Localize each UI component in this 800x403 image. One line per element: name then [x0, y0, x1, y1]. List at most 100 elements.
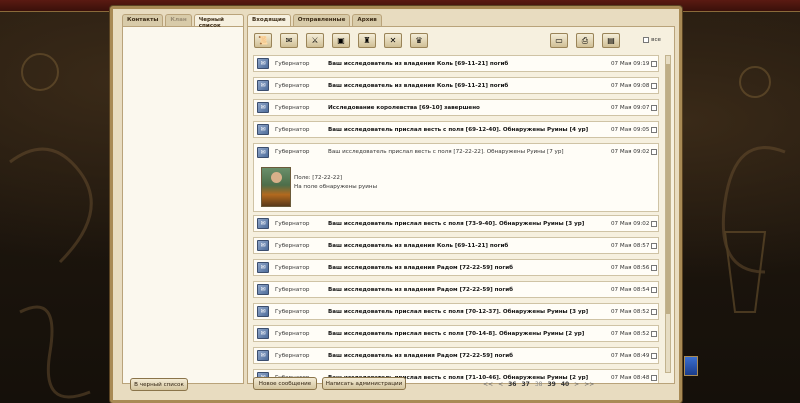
message-row[interactable]: ✉ Губернатор Ваш исследователь прислал вес… — [253, 143, 659, 212]
select-all[interactable]: все — [643, 37, 661, 43]
message-row[interactable]: ✉ Губернатор Ваш исследователь из владения… — [253, 77, 659, 94]
message-subject[interactable]: Ваш исследователь из владения Радом [72-… — [328, 353, 513, 359]
letter-icon[interactable]: ✉ — [280, 33, 298, 48]
message-scrollbar[interactable] — [665, 55, 671, 373]
crossed-swords-icon[interactable]: ✕ — [384, 33, 402, 48]
message-checkbox[interactable] — [651, 105, 657, 111]
message-sender: Губернатор — [275, 352, 310, 359]
message-row[interactable]: ✉ Губернатор Ваш исследователь из владения… — [253, 237, 659, 254]
contacts-tab-2[interactable]: Черный список — [193, 14, 244, 29]
bottom-bar: Новое сообщение Написать администрации <… — [247, 376, 675, 394]
message-row[interactable]: ✉ Губернатор Ваш исследователь из владения… — [253, 347, 659, 364]
pager-prev[interactable]: < — [498, 381, 503, 388]
filter-toolbar: 📜 ✉ ⚔ ▣ ♜ ✕ ♛ ▭ ⎙ ▤ все — [254, 33, 668, 49]
message-checkbox[interactable] — [651, 265, 657, 271]
message-checkbox[interactable] — [651, 149, 657, 155]
message-date: 07 Мая 09:07 — [611, 104, 650, 111]
message-sender: Губернатор — [275, 104, 310, 111]
write-admin-button[interactable]: Написать администрации — [322, 377, 406, 390]
message-scroll-icon: ✉ — [257, 58, 269, 69]
message-subject[interactable]: Ваш исследователь прислал весть с поля [… — [328, 331, 584, 337]
pager-page[interactable]: 36 — [508, 381, 516, 388]
message-subject[interactable]: Ваш исследователь из владения Радом [72-… — [328, 265, 513, 271]
message-checkbox[interactable] — [651, 83, 657, 89]
message-subject[interactable]: Ваш исследователь из владения Коль [69-1… — [328, 243, 508, 249]
explorer-portrait — [261, 167, 291, 207]
message-checkbox[interactable] — [651, 243, 657, 249]
mail-tabs: Входящие Отправленные Архив — [247, 14, 675, 26]
sword-icon[interactable]: ⚔ — [306, 33, 324, 48]
delete-icon[interactable]: ▤ — [602, 33, 620, 48]
contacts-tab-1[interactable]: Клан — [165, 14, 192, 26]
left-ornament — [9, 53, 93, 399]
message-date: 07 Мая 09:02 — [611, 149, 650, 155]
message-scroll-icon: ✉ — [257, 124, 269, 135]
scroll-thumb[interactable] — [666, 64, 670, 314]
message-checkbox[interactable] — [651, 221, 657, 227]
mail-tab-0[interactable]: Входящие — [247, 14, 291, 26]
message-checkbox[interactable] — [651, 331, 657, 337]
message-subject[interactable]: Ваш исследователь из владения Коль [69-1… — [328, 83, 508, 89]
message-date: 07 Мая 09:19 — [611, 60, 650, 67]
message-checkbox[interactable] — [651, 61, 657, 67]
contacts-panel: Контакты Клан Черный список В черный списо… — [122, 14, 244, 396]
message-date: 07 Мая 09:08 — [611, 82, 650, 89]
message-subject[interactable]: Ваш исследователь прислал весть с поля [… — [328, 309, 588, 315]
chest-icon[interactable]: ▣ — [332, 33, 350, 48]
message-subject[interactable]: Исследование королевства [69-10] заверше… — [328, 105, 480, 111]
message-row[interactable]: ✉ Губернатор Ваш исследователь из владения… — [253, 281, 659, 298]
mail-tab-1[interactable]: Отправленные — [292, 14, 351, 26]
pager-last[interactable]: >> — [584, 381, 594, 388]
message-scroll-icon: ✉ — [257, 102, 269, 113]
message-scroll-icon: ✉ — [257, 262, 269, 273]
message-row[interactable]: ✉ Губернатор Ваш исследователь прислал вес… — [253, 215, 659, 232]
message-checkbox[interactable] — [651, 353, 657, 359]
message-sender: Губернатор — [275, 308, 310, 315]
message-scroll-icon: ✉ — [257, 350, 269, 361]
message-scroll-icon: ✉ — [257, 240, 269, 251]
message-date: 07 Мая 08:57 — [611, 242, 650, 249]
add-to-blacklist-button[interactable]: В черный список — [130, 378, 188, 391]
new-message-button[interactable]: Новое сообщение — [253, 377, 317, 390]
message-checkbox[interactable] — [651, 309, 657, 315]
message-scroll-icon: ✉ — [257, 80, 269, 91]
message-row[interactable]: ✉ Губернатор Исследование королевства [69-… — [253, 99, 659, 116]
message-date: 07 Мая 09:05 — [611, 126, 650, 133]
castle-icon[interactable]: ♜ — [358, 33, 376, 48]
pager-first[interactable]: << — [483, 381, 493, 388]
archive-icon[interactable]: ▭ — [550, 33, 568, 48]
message-row[interactable]: ✉ Губернатор Ваш исследователь из владения… — [253, 55, 659, 72]
message-subject[interactable]: Ваш исследователь из владения Коль [69-1… — [328, 61, 508, 67]
pager-page[interactable]: 39 — [547, 381, 555, 388]
message-date: 07 Мая 08:56 — [611, 264, 650, 271]
message-row[interactable]: ✉ Губернатор Ваш исследователь прислал вес… — [253, 303, 659, 320]
pager-next[interactable]: > — [574, 381, 579, 388]
message-date: 07 Мая 08:54 — [611, 286, 650, 293]
message-subject[interactable]: Ваш исследователь из владения Радом [72-… — [328, 287, 513, 293]
message-scroll-icon: ✉ — [257, 147, 269, 158]
message-date: 07 Мая 08:49 — [611, 352, 650, 359]
message-sender: Губернатор — [275, 220, 310, 227]
message-checkbox[interactable] — [651, 287, 657, 293]
print-icon[interactable]: ⎙ — [576, 33, 594, 48]
message-subject[interactable]: Ваш исследователь прислал весть с поля [… — [328, 149, 564, 155]
scroll-icon[interactable]: 📜 — [254, 33, 272, 48]
message-sender: Губернатор — [275, 60, 310, 67]
message-subject[interactable]: Ваш исследователь прислал весть с поля [… — [328, 127, 588, 133]
message-row[interactable]: ✉ Губернатор Ваш исследователь прислал вес… — [253, 121, 659, 138]
message-sender: Губернатор — [275, 264, 310, 271]
message-row[interactable]: ✉ Губернатор Ваш исследователь из владения… — [253, 259, 659, 276]
message-subject[interactable]: Ваш исследователь прислал весть с поля [… — [328, 221, 584, 227]
message-sender: Губернатор — [275, 286, 310, 293]
message-checkbox[interactable] — [651, 127, 657, 133]
pager-page[interactable]: 40 — [561, 381, 569, 388]
mail-tab-2[interactable]: Архив — [352, 14, 382, 26]
side-gem-button[interactable] — [684, 356, 698, 376]
message-row[interactable]: ✉ Губернатор Ваш исследователь прислал вес… — [253, 325, 659, 342]
select-all-checkbox[interactable] — [643, 37, 650, 43]
contacts-tab-0[interactable]: Контакты — [122, 14, 164, 26]
trophy-icon[interactable]: ♛ — [410, 33, 428, 48]
right-ornament — [721, 66, 786, 313]
pager-page: 38 — [534, 381, 543, 388]
pager-page[interactable]: 37 — [521, 381, 529, 388]
